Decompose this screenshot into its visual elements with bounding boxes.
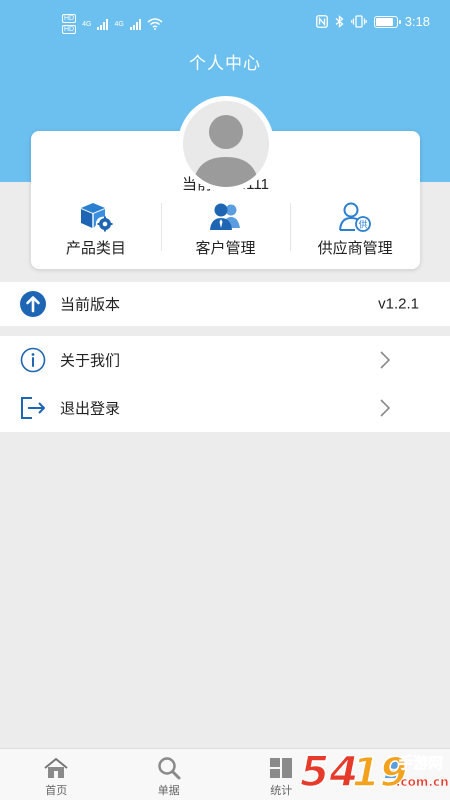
battery-level <box>375 17 393 26</box>
supplier-management-label: 供应商管理 <box>317 240 393 257</box>
logout-icon <box>19 394 47 422</box>
tab-home[interactable]: 首页 <box>0 749 113 800</box>
tab-home-label: 首页 <box>45 785 68 797</box>
about-us-label: 关于我们 <box>60 352 121 370</box>
svg-text:.com.cn: .com.cn <box>396 775 448 789</box>
logout-label: 退出登录 <box>60 400 121 418</box>
avatar[interactable] <box>178 96 274 192</box>
home-icon <box>42 755 70 781</box>
info-icon <box>19 346 47 374</box>
version-label: 当前版本 <box>60 296 121 314</box>
signal-icon <box>97 18 109 30</box>
customer-management-button[interactable]: 客户管理 <box>160 199 291 259</box>
logout-row[interactable]: 退出登录 <box>0 384 450 432</box>
about-us-row[interactable]: 关于我们 <box>0 336 450 384</box>
page-title: 个人中心 <box>189 54 261 73</box>
wifi-icon <box>147 18 163 30</box>
tab-orders-label: 单据 <box>157 785 180 797</box>
hd-badge: HD <box>62 14 77 23</box>
svg-text:手游网: 手游网 <box>398 754 443 772</box>
customer-management-label: 客户管理 <box>195 240 256 257</box>
svg-text:供: 供 <box>359 219 368 231</box>
vibrate-icon <box>350 15 367 28</box>
user-placeholder-icon <box>183 101 269 187</box>
chevron-right-icon <box>380 351 391 369</box>
nfc-icon <box>315 15 328 28</box>
signal-type-label: 4G <box>82 20 92 28</box>
signal-icon <box>129 18 141 30</box>
version-row: 当前版本 v1.2.1 <box>0 282 450 326</box>
tab-stats-label: 统计 <box>270 785 293 797</box>
cube-gear-icon <box>78 201 114 233</box>
battery-icon <box>373 15 401 28</box>
supplier-management-button[interactable]: 供 供应商管理 <box>290 199 420 259</box>
svg-text:54: 54 <box>300 747 358 796</box>
status-bar-left: HD HD 4G 4G <box>62 14 163 34</box>
search-icon <box>155 755 183 781</box>
avatar-image <box>183 101 269 187</box>
product-category-label: 产品类目 <box>65 240 126 257</box>
hd-badge: HD <box>62 25 77 34</box>
shortcut-grid: 产品类目 客户管理 供 供应商管理 <box>31 199 420 259</box>
bluetooth-icon <box>335 15 344 28</box>
supplier-icon: 供 <box>337 201 373 233</box>
stats-icon <box>267 755 295 781</box>
status-bar: HD HD 4G 4G 3:18 <box>0 0 450 44</box>
hd-badges: HD HD <box>62 14 77 34</box>
product-category-button[interactable]: 产品类目 <box>31 199 161 259</box>
chevron-right-icon <box>380 399 391 417</box>
arrow-up-circle-icon <box>19 290 47 318</box>
tab-orders[interactable]: 单据 <box>113 749 226 800</box>
signal-type-label: 4G <box>114 20 124 28</box>
status-time: 3:18 <box>404 14 430 29</box>
version-value: v1.2.1 <box>378 295 419 313</box>
status-bar-right: 3:18 <box>315 14 430 29</box>
site-watermark-logo: 54 19 手游网 .com.cn <box>299 746 448 797</box>
customers-icon <box>208 201 244 233</box>
